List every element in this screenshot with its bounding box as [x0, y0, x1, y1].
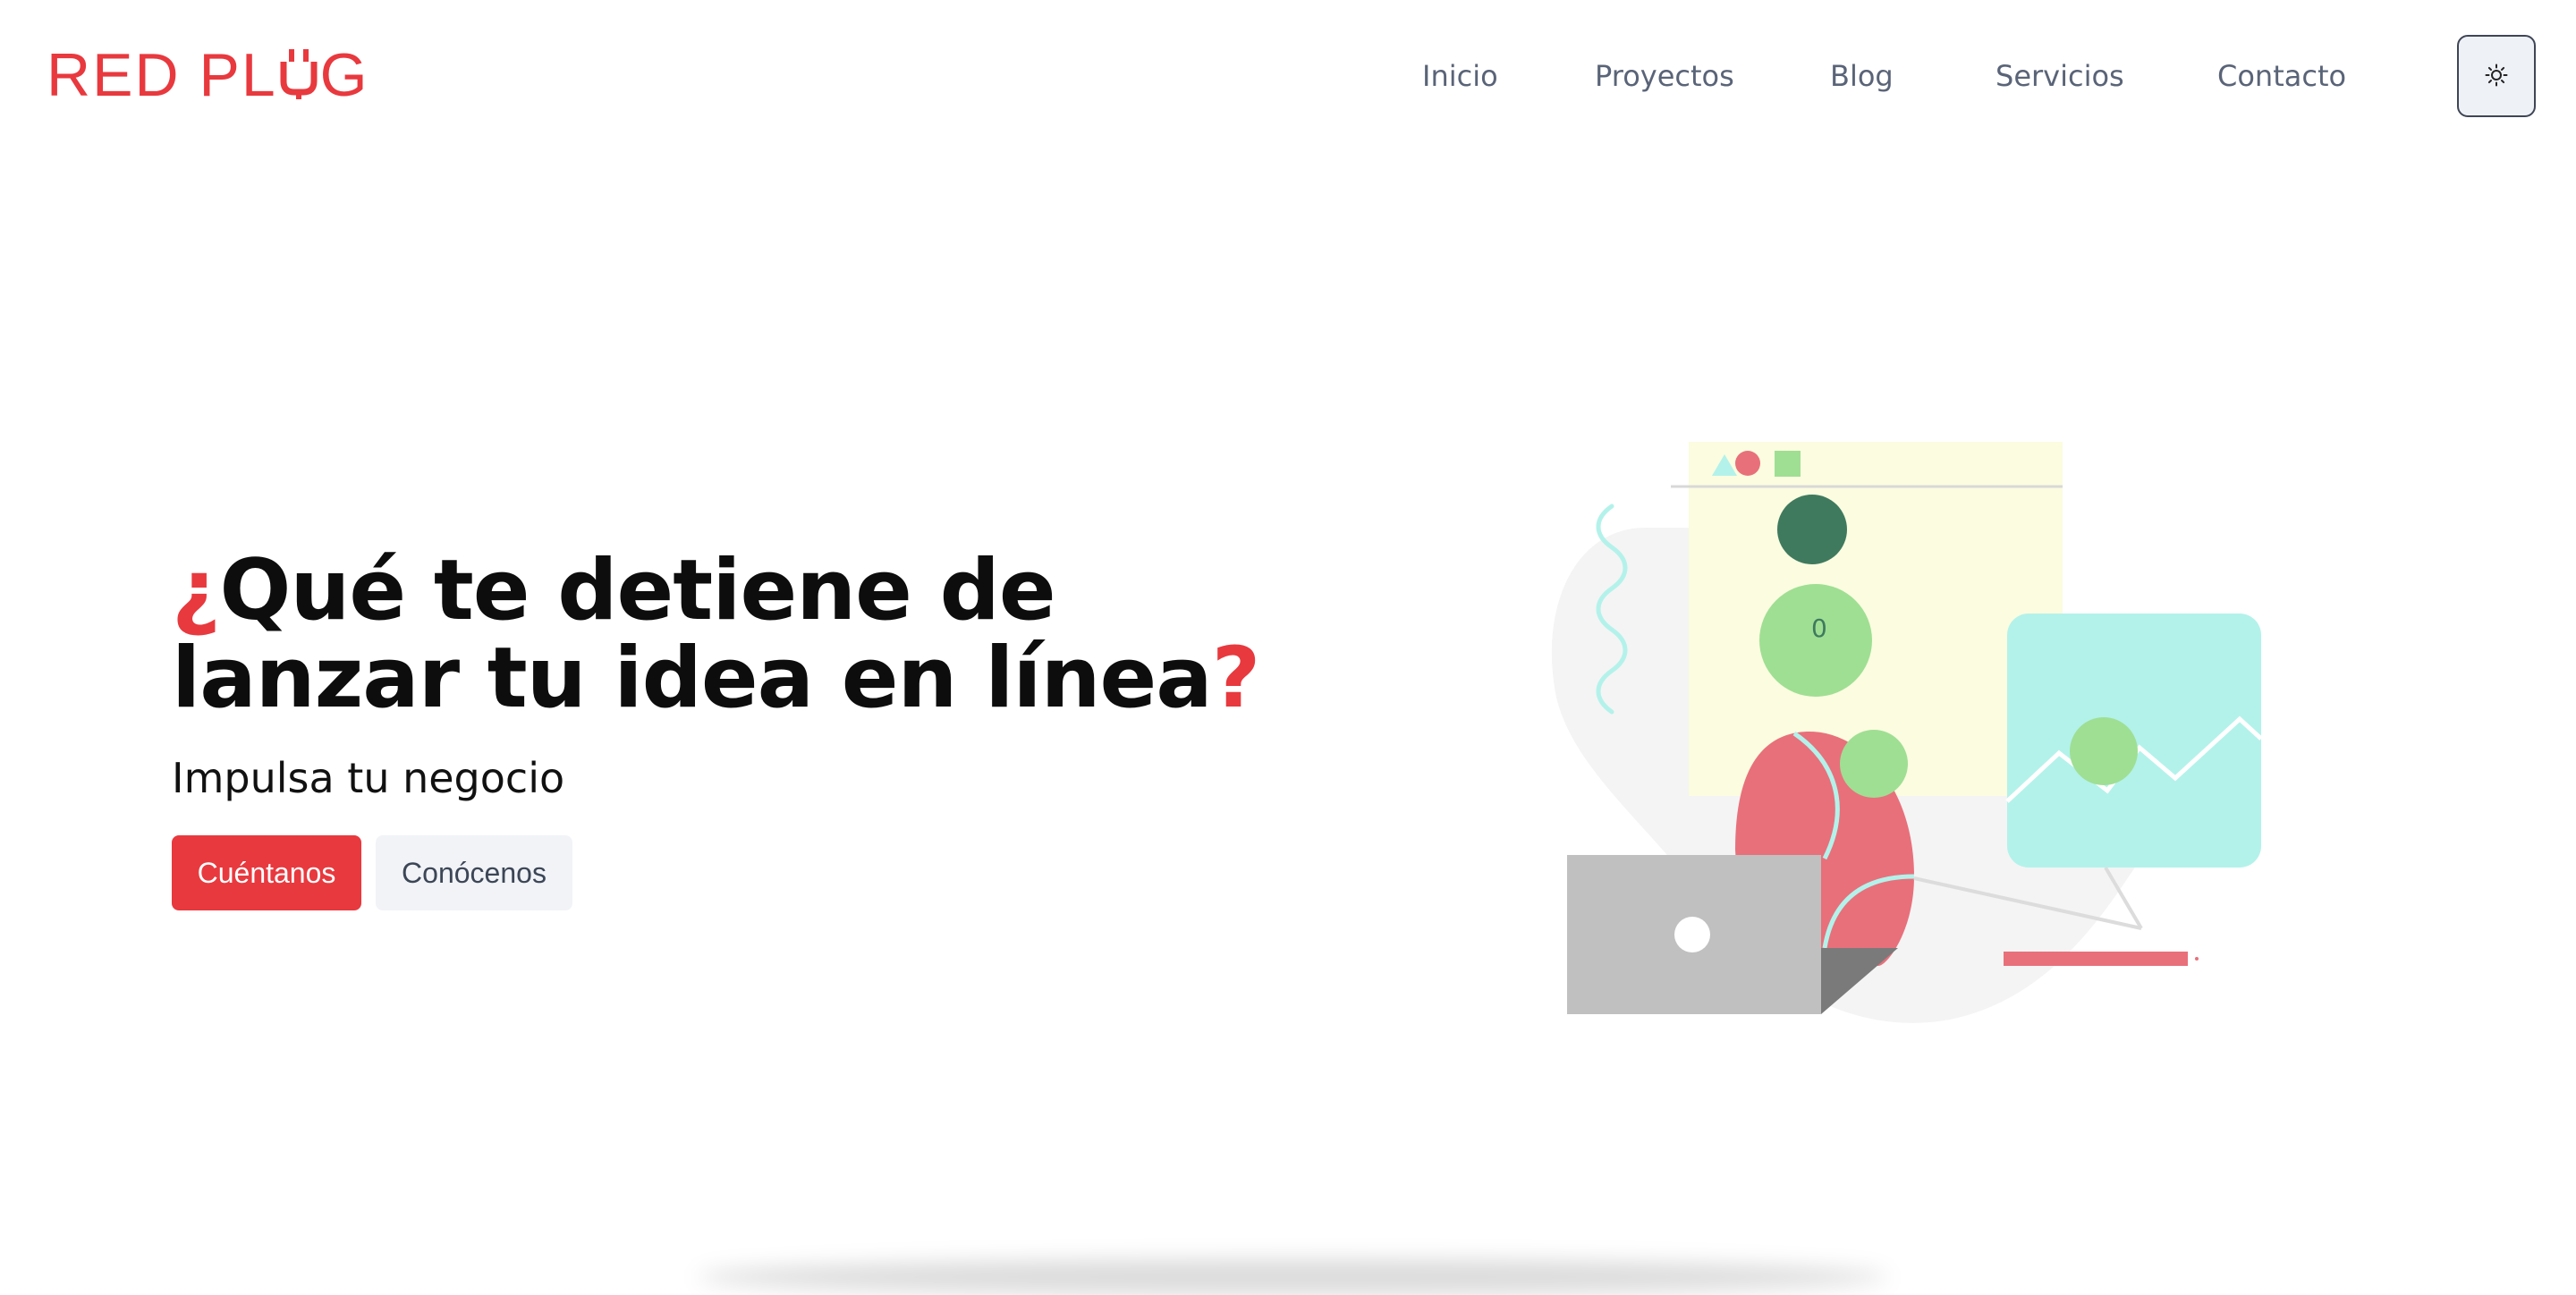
nav-item-servicios[interactable]: Servicios — [1996, 55, 2124, 97]
theme-toggle-button[interactable] — [2457, 35, 2536, 117]
square-icon — [1775, 451, 1801, 477]
title-text: Qué te detiene de lanzar tu idea en líne… — [172, 542, 1213, 727]
hero-subtitle: Impulsa tu negocio — [172, 754, 565, 802]
figure-head — [1777, 495, 1847, 564]
cuentanos-button[interactable]: Cuéntanos — [172, 835, 361, 910]
nav-item-blog[interactable]: Blog — [1830, 55, 1894, 97]
title-close-mark: ? — [1211, 630, 1261, 727]
sun-icon — [2485, 63, 2508, 89]
conocenos-button[interactable]: Conócenos — [376, 835, 572, 910]
nav-item-inicio[interactable]: Inicio — [1422, 55, 1498, 97]
logo-text-right: G — [319, 41, 369, 109]
nav-item-contacto[interactable]: Contacto — [2217, 55, 2346, 97]
pink-bar — [2004, 952, 2188, 966]
plug-icon — [278, 49, 319, 101]
hero-illustration: 0 — [1538, 429, 2272, 1041]
logo-text-left: RED PL — [47, 41, 277, 109]
title-open-mark: ¿ — [172, 542, 221, 639]
figure-hand — [1840, 730, 1908, 798]
nav-item-proyectos[interactable]: Proyectos — [1595, 55, 1734, 97]
figure-digit: 0 — [1811, 614, 1827, 643]
circle-icon — [1735, 451, 1760, 476]
pink-dot — [2195, 957, 2199, 961]
laptop-logo — [1674, 917, 1710, 952]
chart-dot — [2070, 717, 2138, 785]
logo[interactable]: RED PL G — [47, 39, 369, 111]
section-shadow — [698, 1259, 1887, 1295]
hero-title: ¿Qué te detiene de lanzar tu idea en lín… — [172, 547, 1335, 723]
